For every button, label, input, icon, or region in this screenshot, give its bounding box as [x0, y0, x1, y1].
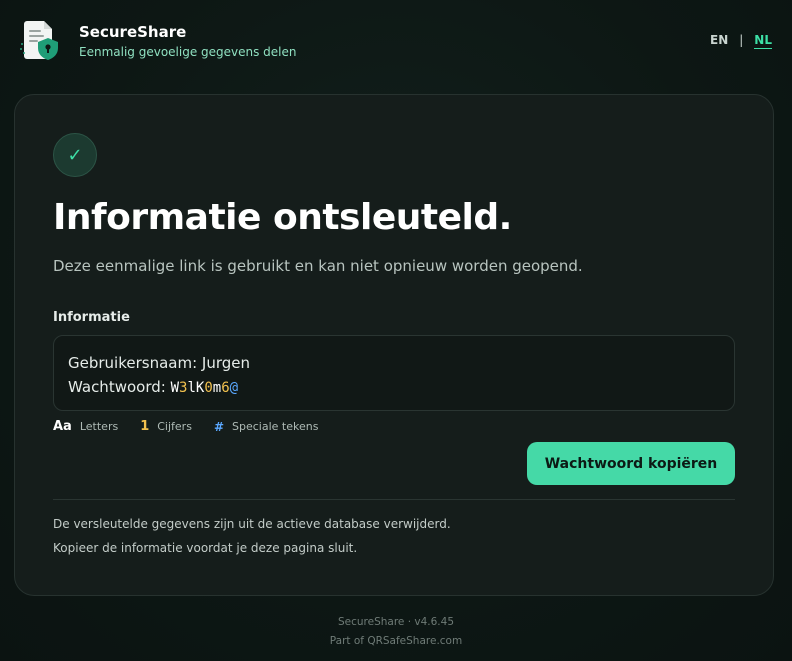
- brand-title: SecureShare: [79, 23, 187, 41]
- footer-link[interactable]: Part of QRSafeShare.com: [0, 635, 792, 647]
- language-switcher: EN | NL: [710, 33, 772, 49]
- password-char: W: [170, 380, 180, 396]
- success-check-icon: ✓: [53, 133, 97, 177]
- password-char: @: [229, 380, 239, 396]
- page-title: Informatie ontsleuteld.: [53, 197, 512, 238]
- username-line: Gebruikersnaam: Jurgen: [68, 354, 250, 372]
- password-prefix: Wachtwoord:: [68, 378, 171, 396]
- special-legend-label: Speciale tekens: [232, 420, 319, 433]
- language-nl-link[interactable]: NL: [754, 33, 772, 49]
- character-legend: Aa Letters 1 Cijfers # Speciale tekens: [53, 419, 318, 434]
- page-subtitle: Deze eenmalige link is gebruikt en kan n…: [53, 257, 583, 275]
- digits-legend-label: Cijfers: [157, 420, 192, 433]
- copy-reminder-note: Kopieer de informatie voordat je deze pa…: [53, 541, 358, 555]
- letters-legend-mark: Aa: [53, 419, 72, 434]
- digits-legend-mark: 1: [140, 419, 150, 434]
- password-char: m: [212, 380, 222, 396]
- result-card: ✓ Informatie ontsleuteld. Deze eenmalige…: [14, 94, 774, 596]
- special-legend-mark: #: [213, 419, 224, 434]
- decrypted-info-box[interactable]: Gebruikersnaam: Jurgen Wachtwoord: W3lK0…: [53, 335, 735, 411]
- password-value: W3lK0m6@: [171, 380, 239, 396]
- deletion-note: De versleutelde gegevens zijn uit de act…: [53, 517, 451, 531]
- copy-password-button[interactable]: Wachtwoord kopiëren: [527, 442, 735, 485]
- language-en-link[interactable]: EN: [710, 33, 728, 49]
- info-field-label: Informatie: [53, 310, 130, 325]
- password-line: Wachtwoord: W3lK0m6@: [68, 375, 720, 400]
- password-char: 6: [221, 380, 230, 396]
- app-header: SecureShare Eenmalig gevoelige gegevens …: [0, 0, 792, 80]
- password-char: 0: [204, 380, 213, 396]
- secure-document-shield-icon: [20, 21, 58, 60]
- password-char: l: [187, 380, 196, 396]
- footer-version: SecureShare · v4.6.45: [337, 616, 455, 628]
- letters-legend-label: Letters: [79, 420, 119, 433]
- section-divider: [53, 499, 735, 500]
- brand-subtitle: Eenmalig gevoelige gegevens delen: [79, 45, 297, 59]
- language-separator: |: [739, 33, 744, 47]
